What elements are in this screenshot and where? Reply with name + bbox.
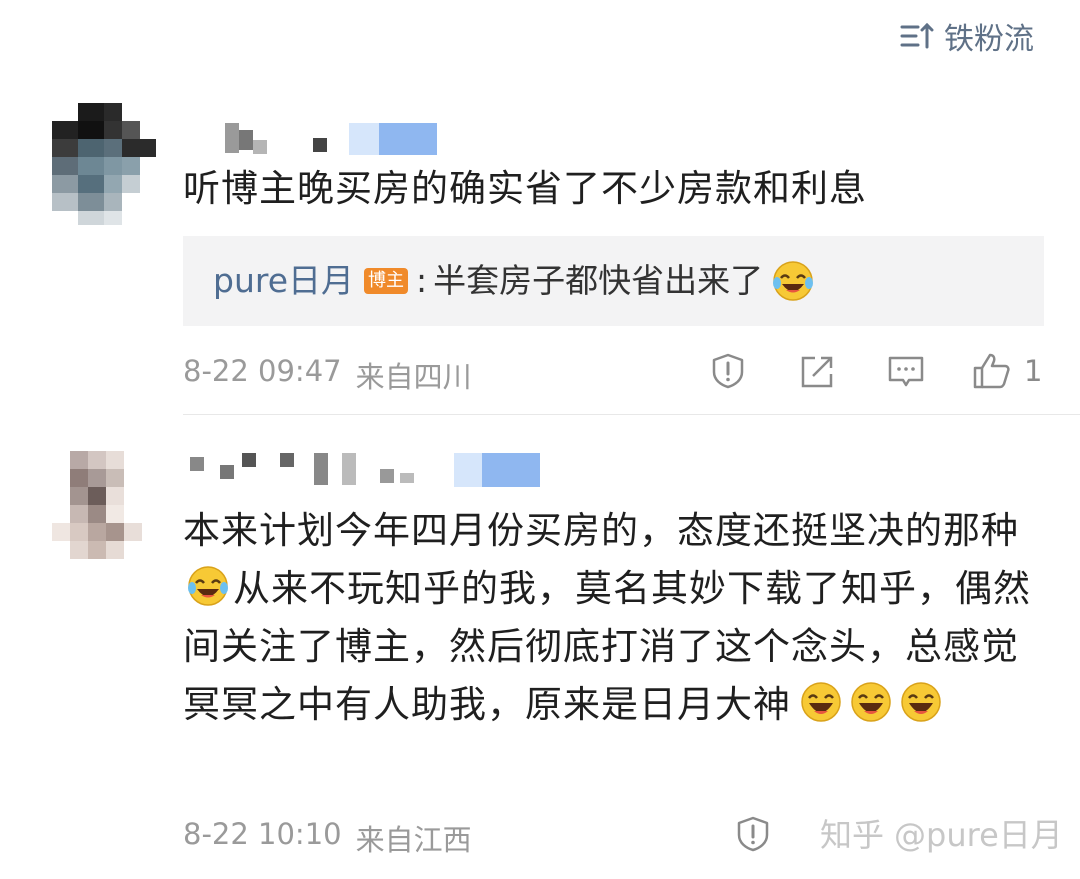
comment-time: 8-22 09:47 bbox=[183, 354, 342, 388]
avatar[interactable] bbox=[52, 103, 156, 225]
reply-separator: : bbox=[416, 261, 428, 300]
comment-meta: 8-22 09:47 来自四川 bbox=[183, 354, 472, 396]
reply-text: 半套房子都快省出来了 bbox=[433, 261, 764, 300]
comment-text-part-1: 本来计划今年四月份买房的，态度还挺坚决的那种 bbox=[183, 509, 1019, 552]
comment-icon bbox=[888, 356, 924, 387]
laugh-emoji bbox=[801, 682, 841, 722]
watermark: 知乎 @pure日月 bbox=[820, 810, 1063, 856]
author-badge: 博主 bbox=[364, 268, 409, 294]
report-icon bbox=[737, 816, 769, 852]
like-button[interactable]: 1 bbox=[972, 352, 1042, 390]
reply-username[interactable]: pure日月 bbox=[213, 258, 354, 304]
comment-location: 来自四川 bbox=[355, 360, 472, 394]
laugh-cry-emoji bbox=[188, 566, 228, 606]
repost-button[interactable] bbox=[799, 354, 835, 390]
laugh-cry-emoji bbox=[773, 261, 814, 301]
like-icon bbox=[973, 353, 1010, 389]
comment-text: 听博主晚买房的确实省了不少房款和利息 bbox=[183, 167, 867, 210]
reply-button[interactable] bbox=[887, 354, 925, 390]
report-button[interactable] bbox=[734, 815, 772, 853]
like-count: 1 bbox=[1024, 354, 1043, 388]
username-blurred[interactable] bbox=[225, 118, 440, 158]
avatar[interactable] bbox=[52, 451, 156, 573]
comment-text: 本来计划今年四月份买房的，态度还挺坚决的那种 从来不玩知乎的我，莫名其妙下载了知… bbox=[183, 502, 1053, 734]
username-blurred[interactable] bbox=[190, 449, 540, 489]
comment-time: 8-22 10:10 bbox=[183, 817, 342, 851]
author-reply[interactable]: pure日月 博主 : 半套房子都快省出来了 bbox=[183, 236, 1044, 326]
watermark-site: 知乎 bbox=[820, 816, 885, 854]
repost-icon bbox=[801, 356, 833, 388]
comment-meta: 8-22 10:10 来自江西 bbox=[183, 817, 472, 859]
report-icon bbox=[712, 353, 744, 389]
laugh-emoji bbox=[901, 682, 941, 722]
comment-1: 听博主晚买房的确实省了不少房款和利息 pure日月 博主 : 半套房子都快省出来… bbox=[0, 0, 1080, 414]
report-button[interactable] bbox=[709, 352, 747, 390]
laugh-emoji bbox=[851, 682, 891, 722]
watermark-handle: @pure日月 bbox=[894, 816, 1063, 854]
comment-location: 来自江西 bbox=[355, 823, 472, 857]
